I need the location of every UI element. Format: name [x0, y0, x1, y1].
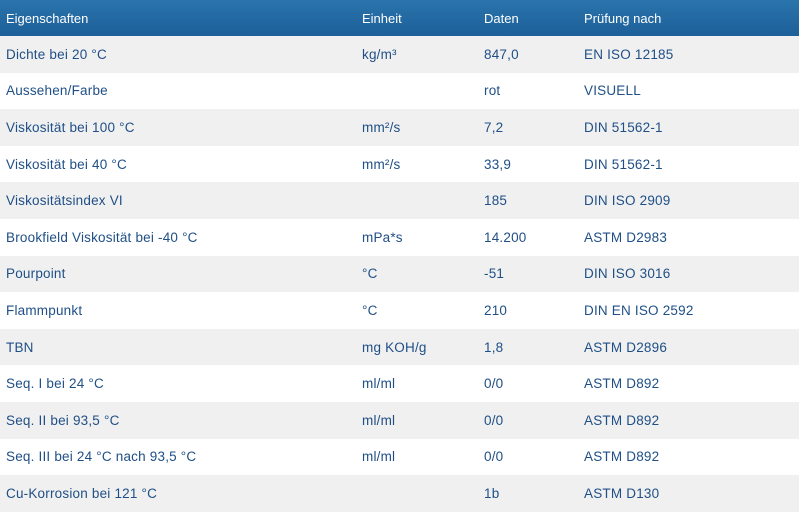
table-row: Seq. I bei 24 °C ml/ml 0/0 ASTM D892: [0, 365, 799, 402]
table-row: Seq. III bei 24 °C nach 93,5 °C ml/ml 0/…: [0, 438, 799, 476]
cell-property: Viskositätsindex VI: [6, 193, 123, 209]
cell-test: DIN ISO 3016: [584, 266, 671, 282]
cell-value: 33,9: [484, 156, 512, 172]
cell-unit: ml/ml: [362, 449, 396, 465]
cell-test: ASTM D130: [584, 485, 660, 501]
cell-value: rot: [484, 83, 501, 99]
spec-table: Eigenschaften Einheit Daten Prüfung nach…: [0, 0, 799, 512]
cell-property: Viskosität bei 100 °C: [6, 119, 135, 135]
cell-test: DIN ISO 2909: [584, 193, 671, 209]
table-row: Viskositätsindex VI 185 DIN ISO 2909: [0, 182, 799, 219]
cell-property: Seq. II bei 93,5 °C: [6, 412, 120, 428]
cell-test: EN ISO 12185: [584, 46, 674, 62]
cell-test: DIN 51562-1: [584, 156, 663, 172]
cell-value: 1,8: [484, 339, 504, 355]
table-row: Brookfield Viskosität bei -40 °C mPa*s 1…: [0, 218, 799, 256]
cell-property: Aussehen/Farbe: [6, 83, 108, 99]
cell-test: ASTM D892: [584, 412, 660, 428]
cell-unit: ml/ml: [362, 376, 396, 392]
cell-value: 0/0: [484, 449, 504, 465]
cell-property: Viskosität bei 40 °C: [6, 156, 127, 172]
cell-unit: mPa*s: [362, 229, 403, 245]
cell-property: TBN: [6, 339, 34, 355]
cell-test: VISUELL: [584, 83, 641, 99]
cell-value: 847,0: [484, 46, 519, 62]
cell-property: Brookfield Viskosität bei -40 °C: [6, 229, 198, 245]
header-value: Daten: [484, 10, 519, 26]
table-row: Aussehen/Farbe rot VISUELL: [0, 72, 799, 110]
table-row: TBN mg KOH/g 1,8 ASTM D2896: [0, 328, 799, 366]
table-row: Viskosität bei 100 °C mm²/s 7,2 DIN 5156…: [0, 109, 799, 146]
table-header: Eigenschaften Einheit Daten Prüfung nach: [0, 0, 799, 36]
cell-property: Seq. III bei 24 °C nach 93,5 °C: [6, 449, 197, 465]
cell-test: DIN EN ISO 2592: [584, 302, 694, 318]
cell-value: -51: [484, 266, 505, 282]
cell-test: ASTM D892: [584, 376, 660, 392]
cell-property: Flammpunkt: [6, 302, 83, 318]
cell-property: Seq. I bei 24 °C: [6, 376, 104, 392]
table-row: Flammpunkt °C 210 DIN EN ISO 2592: [0, 292, 799, 329]
cell-unit: mm²/s: [362, 119, 401, 135]
table-row: Seq. II bei 93,5 °C ml/ml 0/0 ASTM D892: [0, 401, 799, 439]
cell-unit: °C: [362, 302, 378, 318]
cell-value: 14.200: [484, 229, 527, 245]
cell-test: ASTM D892: [584, 449, 660, 465]
cell-property: Dichte bei 20 °C: [6, 46, 107, 62]
table-row: Pourpoint °C -51 DIN ISO 3016: [0, 255, 799, 293]
table-row: Viskosität bei 40 °C mm²/s 33,9 DIN 5156…: [0, 145, 799, 183]
cell-value: 185: [484, 193, 508, 209]
header-test: Prüfung nach: [584, 10, 662, 26]
cell-property: Pourpoint: [6, 266, 66, 282]
table-row: Cu-Korrosion bei 121 °C 1b ASTM D130: [0, 475, 799, 512]
table-row: Dichte bei 20 °C kg/m³ 847,0 EN ISO 1218…: [0, 36, 799, 73]
cell-unit: ml/ml: [362, 412, 396, 428]
cell-test: DIN 51562-1: [584, 119, 663, 135]
cell-unit: mm²/s: [362, 156, 401, 172]
cell-unit: °C: [362, 266, 378, 282]
cell-unit: kg/m³: [362, 46, 397, 62]
cell-test: ASTM D2896: [584, 339, 668, 355]
cell-value: 0/0: [484, 412, 504, 428]
cell-test: ASTM D2983: [584, 229, 668, 245]
cell-property: Cu-Korrosion bei 121 °C: [6, 485, 158, 501]
cell-value: 7,2: [484, 119, 504, 135]
cell-value: 210: [484, 302, 508, 318]
header-property: Eigenschaften: [6, 10, 89, 26]
header-unit: Einheit: [362, 10, 402, 26]
cell-value: 1b: [484, 485, 500, 501]
cell-unit: mg KOH/g: [362, 339, 427, 355]
cell-value: 0/0: [484, 376, 504, 392]
